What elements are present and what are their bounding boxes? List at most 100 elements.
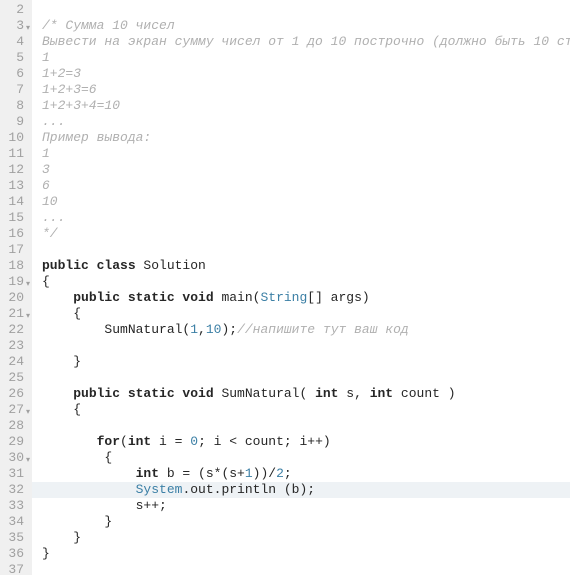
code-line[interactable]: /* Сумма 10 чисел [42,18,570,34]
line-number: 18 [6,258,24,274]
token: { [42,402,81,417]
line-number: 5 [6,50,24,66]
token: ( [120,434,128,449]
token: .out.println (b); [182,482,315,497]
code-line[interactable]: s++; [42,498,570,514]
code-line[interactable]: ... [42,210,570,226]
line-number: 29 [6,434,24,450]
line-number: 33 [6,498,24,514]
line-number: 2 [6,2,24,18]
token: { [42,306,81,321]
code-line[interactable]: public class Solution [42,258,570,274]
line-number: 24 [6,354,24,370]
fold-arrow-icon[interactable]: ▾ [26,405,30,421]
code-line[interactable]: for(int i = 0; i < count; i++) [42,434,570,450]
code-line[interactable] [42,562,570,575]
token: , [198,322,206,337]
line-number: 14 [6,194,24,210]
line-number: 32 [6,482,24,498]
code-line[interactable]: { [42,306,570,322]
code-line[interactable]: 3 [42,162,570,178]
token: int [370,386,393,401]
token: int [136,466,159,481]
line-number: 26 [6,386,24,402]
line-number: 7 [6,82,24,98]
token: 10 [42,194,58,209]
token: s, [338,386,369,401]
code-line[interactable]: 6 [42,178,570,194]
code-line[interactable]: SumNatural(1,10);//напишите тут ваш код [42,322,570,338]
token: int [128,434,151,449]
token: //напишите тут ваш код [237,322,409,337]
code-line[interactable]: 1 [42,146,570,162]
line-number: 27▾ [6,402,24,418]
token: [] args) [307,290,369,305]
token: } [42,546,50,561]
token [42,434,97,449]
line-number: 34 [6,514,24,530]
code-line[interactable]: 10 [42,194,570,210]
token: SumNatural( [42,322,190,337]
line-number: 37 [6,562,24,578]
code-line[interactable]: } [42,354,570,370]
line-number: 8 [6,98,24,114]
code-line[interactable]: 1+2+3=6 [42,82,570,98]
line-number: 15 [6,210,24,226]
token: String [260,290,307,305]
code-line[interactable]: System.out.println (b); [32,482,570,498]
token: 1+2=3 [42,66,81,81]
code-line[interactable]: Пример вывода: [42,130,570,146]
line-number: 31 [6,466,24,482]
line-number: 11 [6,146,24,162]
token: Solution [136,258,206,273]
code-line[interactable]: public static void main(String[] args) [42,290,570,306]
code-line[interactable]: { [42,274,570,290]
line-number: 16 [6,226,24,242]
line-number: 28 [6,418,24,434]
token: ... [42,210,65,225]
code-line[interactable]: */ [42,226,570,242]
line-number: 35 [6,530,24,546]
code-line[interactable]: } [42,530,570,546]
fold-arrow-icon[interactable]: ▾ [26,21,30,37]
token: 10 [206,322,222,337]
line-number: 9 [6,114,24,130]
code-line[interactable]: } [42,514,570,530]
code-area[interactable]: /* Сумма 10 чиселВывести на экран сумму … [32,0,570,575]
code-line[interactable] [42,338,570,354]
code-line[interactable]: 1 [42,50,570,66]
code-line[interactable]: Вывести на экран сумму чисел от 1 до 10 … [42,34,570,50]
code-line[interactable]: int b = (s*(s+1))/2; [42,466,570,482]
code-line[interactable]: { [42,402,570,418]
line-number: 20 [6,290,24,306]
fold-arrow-icon[interactable]: ▾ [26,277,30,293]
token [42,466,136,481]
code-line[interactable]: 1+2+3+4=10 [42,98,570,114]
line-number: 21▾ [6,306,24,322]
token: Пример вывода: [42,130,151,145]
token: 1+2+3=6 [42,82,97,97]
code-line[interactable] [42,370,570,386]
fold-arrow-icon[interactable]: ▾ [26,453,30,469]
line-number: 3▾ [6,18,24,34]
line-number: 36 [6,546,24,562]
token: } [42,514,112,529]
token: 0 [190,434,198,449]
line-gutter: 23▾45678910111213141516171819▾2021▾22232… [0,0,32,575]
token: 2 [276,466,284,481]
code-line[interactable]: public static void SumNatural( int s, in… [42,386,570,402]
code-line[interactable]: 1+2=3 [42,66,570,82]
code-line[interactable] [42,242,570,258]
line-number: 22 [6,322,24,338]
code-line[interactable] [42,418,570,434]
code-editor[interactable]: 23▾45678910111213141516171819▾2021▾22232… [0,0,570,575]
token: public class [42,258,136,273]
fold-arrow-icon[interactable]: ▾ [26,309,30,325]
code-line[interactable] [42,2,570,18]
token: i = [151,434,190,449]
line-number: 4 [6,34,24,50]
code-line[interactable]: } [42,546,570,562]
code-line[interactable]: { [42,450,570,466]
token: public static void [73,386,213,401]
code-line[interactable]: ... [42,114,570,130]
